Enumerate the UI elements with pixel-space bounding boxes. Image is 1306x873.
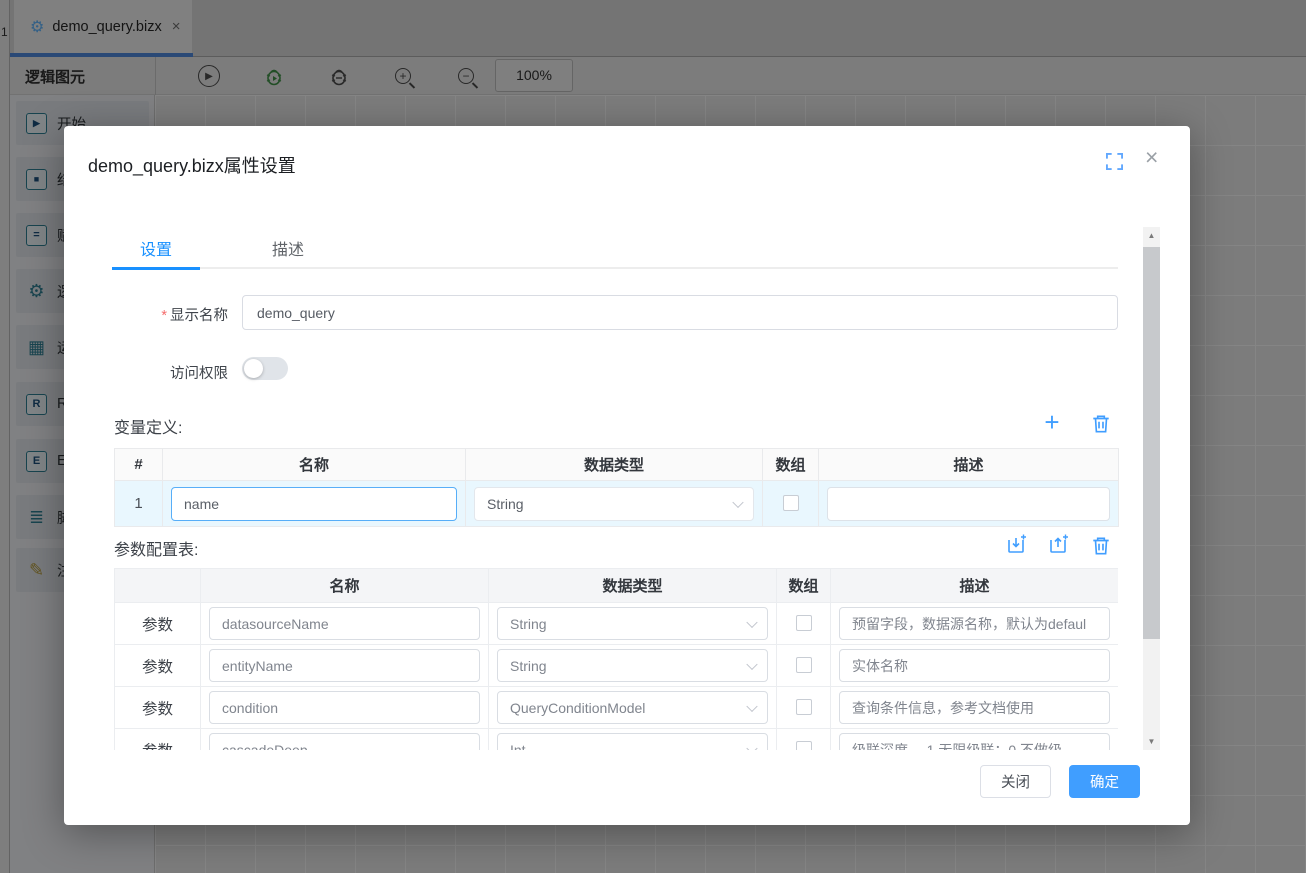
param-type-value: String [510,616,547,632]
param-row: 参数 String [115,645,1119,687]
chevron-down-icon [746,742,757,750]
dialog-scrollbar[interactable]: ▲ ▼ [1143,227,1160,750]
scrollbar-thumb[interactable] [1143,247,1160,639]
properties-dialog: demo_query.bizx属性设置 × 设置 描述 *显示名称 访问权限 变… [64,126,1190,825]
close-button[interactable]: 关闭 [980,765,1051,798]
access-permission-toggle[interactable] [242,357,288,380]
dialog-title: demo_query.bizx属性设置 [88,152,296,178]
tabs-divider [112,267,1118,269]
variable-index: 1 [115,481,163,527]
param-array-checkbox[interactable] [796,615,812,631]
col-header-type: 数据类型 [466,449,763,481]
scroll-up-icon[interactable]: ▲ [1143,231,1160,240]
variable-desc-input[interactable] [827,487,1110,521]
variables-section-label: 变量定义: [114,414,182,438]
param-row-label: 参数 [115,687,201,729]
col-header-array: 数组 [777,569,831,603]
scroll-down-icon[interactable]: ▼ [1143,737,1160,746]
col-header-desc: 描述 [831,569,1119,603]
confirm-button[interactable]: 确定 [1069,765,1140,798]
app-root: 1 ⚙ demo_query.bizx × 逻辑图元 ▶ [0,0,1306,873]
param-type-value: Int [510,742,526,751]
col-header-desc: 描述 [819,449,1119,481]
param-name-input[interactable] [209,733,480,750]
col-header-type: 数据类型 [489,569,777,603]
dialog-tab-settings[interactable]: 设置 [112,236,200,260]
display-name-label: *显示名称 [114,304,228,325]
export-params-icon[interactable] [1047,534,1069,556]
variable-row: 1 String [115,481,1119,527]
param-desc-input[interactable] [839,733,1110,750]
fullscreen-icon[interactable] [1106,153,1123,170]
param-array-checkbox[interactable] [796,741,812,750]
params-section-label: 参数配置表: [114,536,198,560]
delete-params-icon[interactable] [1090,535,1112,557]
col-header-array: 数组 [763,449,819,481]
access-permission-label: 访问权限 [114,362,228,383]
param-name-input[interactable] [209,691,480,724]
col-header-blank [115,569,201,603]
param-type-value: QueryConditionModel [510,700,645,716]
variable-type-select[interactable]: String [474,487,754,521]
dialog-tab-description[interactable]: 描述 [244,236,332,260]
params-table: 名称 数据类型 数组 描述 参数 String 参数 String [114,568,1118,750]
toggle-knob [244,359,263,378]
display-name-label-text: 显示名称 [170,308,228,324]
param-type-select[interactable]: QueryConditionModel [497,691,768,724]
add-variable-button[interactable]: + [1041,412,1063,434]
variable-type-value: String [487,496,524,512]
param-name-input[interactable] [209,649,480,682]
import-params-icon[interactable] [1005,534,1027,556]
param-name-input[interactable] [209,607,480,640]
col-header-name: 名称 [163,449,466,481]
col-header-index: # [115,449,163,481]
param-row-label: 参数 [115,645,201,687]
chevron-down-icon [732,496,743,507]
param-type-value: String [510,658,547,674]
param-array-checkbox[interactable] [796,657,812,673]
dialog-close-icon[interactable]: × [1145,146,1158,169]
param-desc-input[interactable] [839,649,1110,682]
col-header-name: 名称 [201,569,489,603]
display-name-input[interactable] [242,295,1118,330]
chevron-down-icon [746,616,757,627]
param-type-select[interactable]: String [497,607,768,640]
variables-table: # 名称 数据类型 数组 描述 1 String [114,448,1119,527]
param-row-label: 参数 [115,603,201,645]
param-row: 参数 Int [115,729,1119,751]
params-header-row: 名称 数据类型 数组 描述 [115,569,1119,603]
active-tab-underline [112,267,200,270]
delete-variable-icon[interactable] [1090,413,1112,435]
param-row-label: 参数 [115,729,201,751]
param-type-select[interactable]: String [497,649,768,682]
variables-header-row: # 名称 数据类型 数组 描述 [115,449,1119,481]
dialog-footer: 关闭 确定 [980,765,1140,798]
chevron-down-icon [746,700,757,711]
param-desc-input[interactable] [839,607,1110,640]
param-array-checkbox[interactable] [796,699,812,715]
params-table-viewport: 名称 数据类型 数组 描述 参数 String 参数 String [114,568,1118,750]
variable-name-input[interactable] [171,487,457,521]
required-asterisk: * [161,308,167,324]
param-desc-input[interactable] [839,691,1110,724]
param-row: 参数 QueryConditionModel [115,687,1119,729]
chevron-down-icon [746,658,757,669]
variable-array-checkbox[interactable] [783,495,799,511]
param-type-select[interactable]: Int [497,733,768,750]
param-row: 参数 String [115,603,1119,645]
